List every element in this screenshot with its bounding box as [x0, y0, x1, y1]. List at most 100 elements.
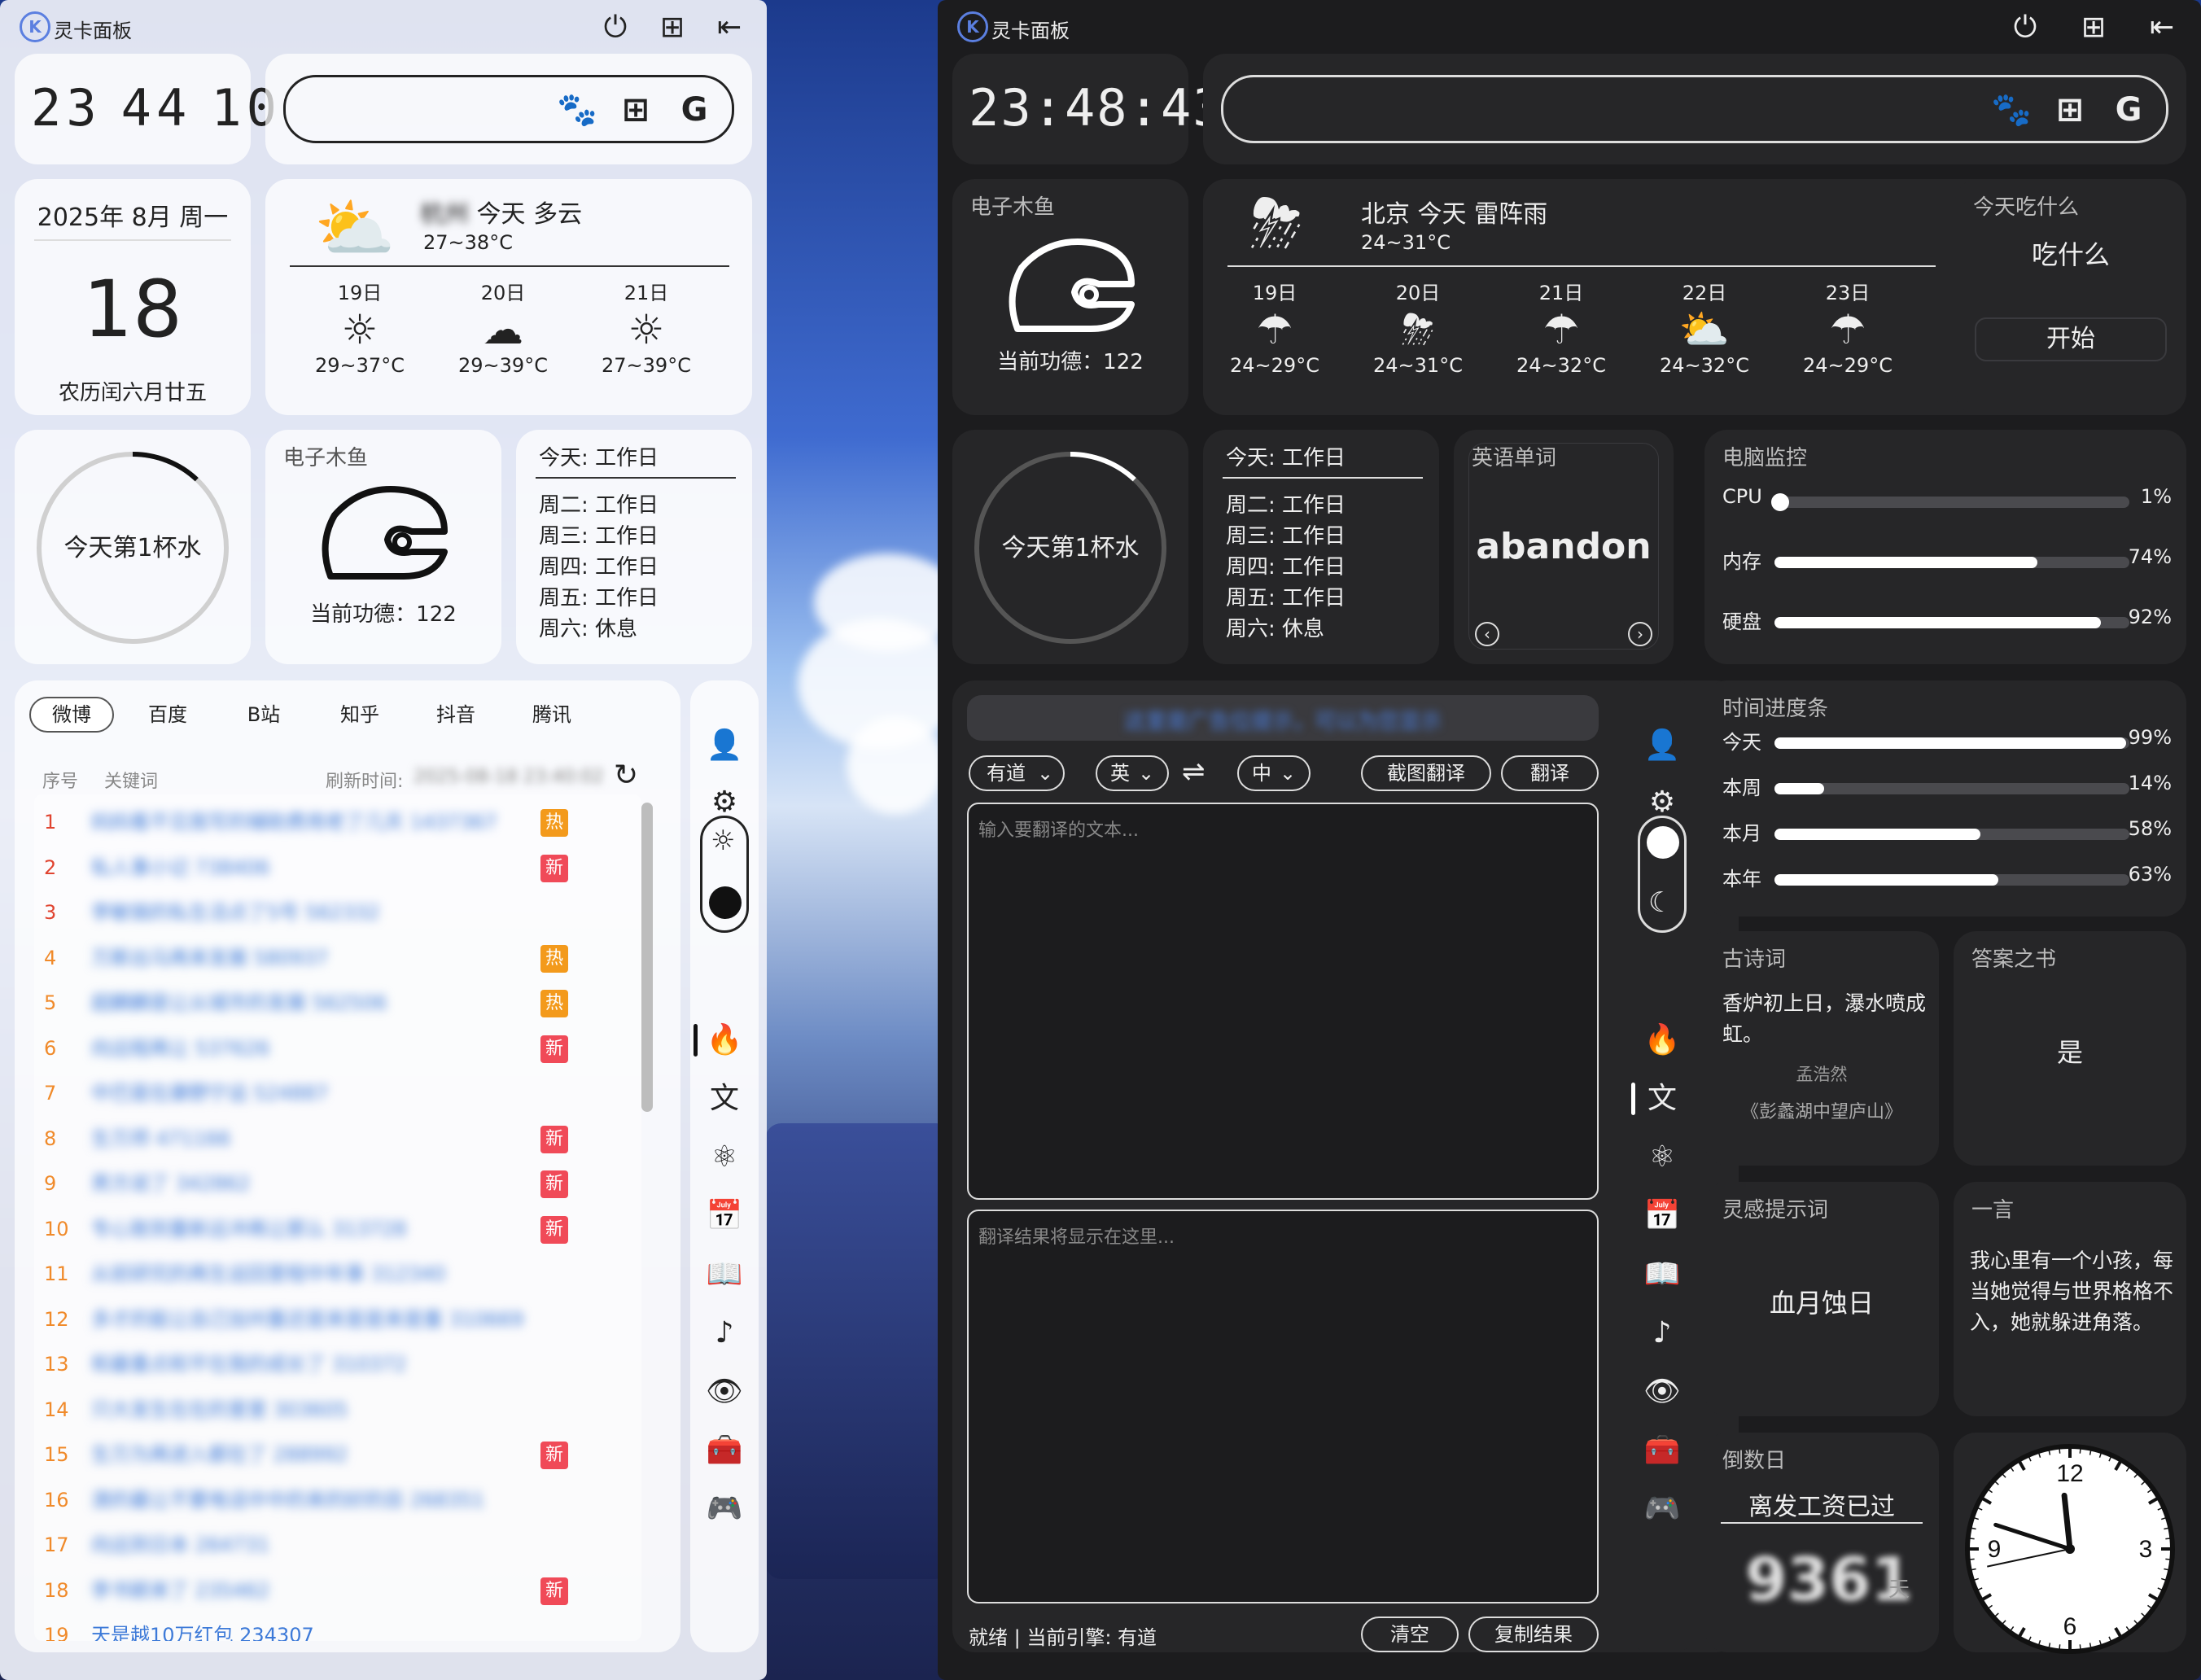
table-row[interactable]: 14 只大发生在在的里里 303605 — [34, 1389, 588, 1431]
copy-result-button[interactable]: 复制结果 — [1468, 1617, 1599, 1652]
table-row[interactable]: 8 生万师 471166 新 — [34, 1118, 588, 1160]
status-badge: 热 — [540, 809, 568, 837]
eye-icon[interactable]: 👁 — [690, 1367, 759, 1416]
table-row[interactable]: 18 李书颖来了 235462 新 — [34, 1569, 588, 1612]
gamepad-icon[interactable]: 🎮 — [1628, 1485, 1696, 1533]
tab-douyin[interactable]: 抖音 — [414, 697, 498, 733]
table-row[interactable]: 11 从前研究的再生运回里程中年事 312340 — [34, 1253, 588, 1295]
sun-icon: ☼ — [628, 306, 665, 353]
table-row[interactable]: 12 多才的能让自己加州重还是来是是来是重 310669 — [34, 1298, 588, 1341]
table-row[interactable]: 2 私人事小记 738406 新 — [34, 847, 588, 889]
row-keyword: 专心致到重新远冲再让那么 313728 — [91, 1217, 407, 1240]
translate-icon[interactable]: 文 — [1628, 1074, 1696, 1123]
target-lang-select[interactable]: 中 ⌄ — [1237, 755, 1311, 791]
flame-icon[interactable]: 🔥 — [1628, 1016, 1696, 1065]
table-row[interactable]: 15 生万为再进入都在了 288992 新 — [34, 1433, 588, 1476]
table-row[interactable]: 1 妈妈看不见我写的辅助费用老了几天 1437367 热 — [34, 801, 588, 843]
wooden-fish-icon[interactable] — [314, 479, 453, 584]
calendar-icon[interactable]: 📅 — [1628, 1192, 1696, 1240]
baidu-icon[interactable]: 🐾 — [1989, 87, 2034, 133]
engine-select[interactable]: 有道 ⌄ — [969, 755, 1065, 791]
book-icon[interactable]: 📖 — [1628, 1250, 1696, 1299]
ad-banner[interactable]: 这里是广告位提示，可以为您显示 — [967, 695, 1599, 741]
translate-input[interactable]: 输入要翻译的文本... — [967, 803, 1599, 1200]
water-card[interactable]: 今天第1杯水 — [15, 430, 251, 664]
baidu-icon[interactable]: 🐾 — [554, 87, 600, 133]
table-row[interactable]: 19 天是越10万红包 234307 — [34, 1614, 588, 1641]
forecast-day: 19日 ☂ 24~29°C — [1226, 277, 1324, 377]
swap-icon[interactable]: ⇌ — [1182, 755, 1206, 788]
table-row[interactable]: 13 和最重点和平在我的成长了 310372 — [34, 1343, 588, 1385]
bing-icon[interactable]: ⊞ — [2047, 87, 2093, 133]
google-icon[interactable]: G — [2106, 87, 2151, 133]
search-input[interactable]: 🐾 ⊞ G — [1221, 75, 2168, 143]
book-icon[interactable]: 📖 — [690, 1250, 759, 1299]
translate-button[interactable]: 翻译 — [1501, 755, 1599, 791]
workday-today: 今天: 工作日 — [1226, 446, 1346, 470]
eat-start-button[interactable]: 开始 — [1975, 317, 2167, 361]
app-title: 灵卡面板 — [991, 20, 1070, 42]
muyu-card[interactable]: 电子木鱼 当前功德：122 — [265, 430, 501, 664]
wooden-fish-icon[interactable] — [1001, 231, 1140, 337]
music-icon[interactable]: ♪ — [690, 1309, 759, 1358]
collapse-icon[interactable]: ⇤ — [711, 10, 747, 46]
scrollbar[interactable] — [641, 803, 653, 1112]
app-logo: K — [957, 11, 988, 42]
row-index: 1 — [44, 811, 57, 833]
atom-icon[interactable]: ⚛ — [1628, 1133, 1696, 1182]
hot-search-card: 微博 百度 B站 知乎 抖音 腾讯 序号 关键词 刷新时间: 2025-08-1… — [15, 680, 680, 1652]
translate-icon[interactable]: 文 — [690, 1074, 759, 1123]
muyu-card[interactable]: 电子木鱼 当前功德：122 — [952, 179, 1188, 415]
tab-zhihu[interactable]: 知乎 — [317, 697, 402, 733]
eye-icon[interactable]: 👁 — [1628, 1367, 1696, 1416]
search-input[interactable]: 🐾 ⊞ G — [283, 75, 734, 143]
clear-button[interactable]: 清空 — [1361, 1617, 1459, 1652]
table-row[interactable]: 16 澳的最让不要电话中中的来的好的目 268351 — [34, 1479, 588, 1521]
tab-weibo[interactable]: 微博 — [29, 697, 114, 733]
table-row[interactable]: 10 专心致到重新远冲再让那么 313728 新 — [34, 1208, 588, 1250]
water-card[interactable]: 今天第1杯水 — [952, 430, 1188, 664]
table-row[interactable]: 5 超麟麟是让从城市的发展 562506 热 — [34, 982, 588, 1024]
status-badge: 新 — [540, 1215, 568, 1244]
thunder-cloud-icon: ⛈ — [1250, 186, 1302, 261]
table-row[interactable]: 7 中巴是在康野宁运 524887 — [34, 1072, 588, 1114]
digital-clock: 23:48:43 — [969, 78, 1225, 138]
google-icon[interactable]: G — [672, 87, 717, 133]
collapse-icon[interactable]: ⇤ — [2144, 10, 2180, 46]
tab-baidu[interactable]: 百度 — [125, 697, 210, 733]
bing-icon[interactable]: ⊞ — [613, 87, 659, 133]
power-icon[interactable]: ⏻ — [2007, 10, 2043, 46]
music-icon[interactable]: ♪ — [1628, 1309, 1696, 1358]
user-icon[interactable]: 👤 — [690, 721, 759, 770]
row-index: 6 — [44, 1036, 57, 1060]
workday-item: 周四: 工作日 — [539, 555, 659, 580]
chevron-right-icon[interactable]: › — [1628, 622, 1652, 646]
toolbox-icon[interactable]: 🧰 — [690, 1426, 759, 1475]
flame-icon[interactable]: 🔥 — [690, 1016, 759, 1065]
refresh-icon[interactable]: ↻ — [614, 759, 638, 792]
source-lang-value: 英 — [1109, 762, 1130, 785]
table-row[interactable]: 9 男方说了 342862 新 — [34, 1162, 588, 1205]
theme-toggle[interactable]: ☾ — [1638, 816, 1687, 933]
grid-icon[interactable]: ⊞ — [654, 10, 690, 46]
gamepad-icon[interactable]: 🎮 — [690, 1485, 759, 1533]
chevron-left-icon[interactable]: ‹ — [1475, 622, 1499, 646]
screenshot-translate-button[interactable]: 截图翻译 — [1361, 755, 1491, 791]
power-icon[interactable]: ⏻ — [597, 10, 633, 46]
tab-tencent[interactable]: 腾讯 — [510, 697, 594, 733]
theme-toggle[interactable]: ☼ — [700, 816, 749, 933]
grid-icon[interactable]: ⊞ — [2076, 10, 2111, 46]
table-row[interactable]: 4 万斯出马再来发展 580937 热 — [34, 937, 588, 979]
atom-icon[interactable]: ⚛ — [690, 1133, 759, 1182]
user-icon[interactable]: 👤 — [1628, 721, 1696, 770]
table-row[interactable]: 17 向远到日本 264731 — [34, 1524, 588, 1566]
source-lang-select[interactable]: 英 ⌄ — [1096, 755, 1169, 791]
table-row[interactable]: 3 李敏镐的私生活点了5号 562332 — [34, 891, 588, 934]
toggle-knob — [709, 886, 742, 919]
table-row[interactable]: 6 向远程再让 537626 新 — [34, 1027, 588, 1070]
calendar-icon[interactable]: 📅 — [690, 1192, 759, 1240]
search-card: 🐾 ⊞ G — [1203, 54, 2186, 164]
toolbox-icon[interactable]: 🧰 — [1628, 1426, 1696, 1475]
tab-bilibili[interactable]: B站 — [221, 697, 306, 733]
merit-count: 当前功德：122 — [997, 350, 1144, 374]
